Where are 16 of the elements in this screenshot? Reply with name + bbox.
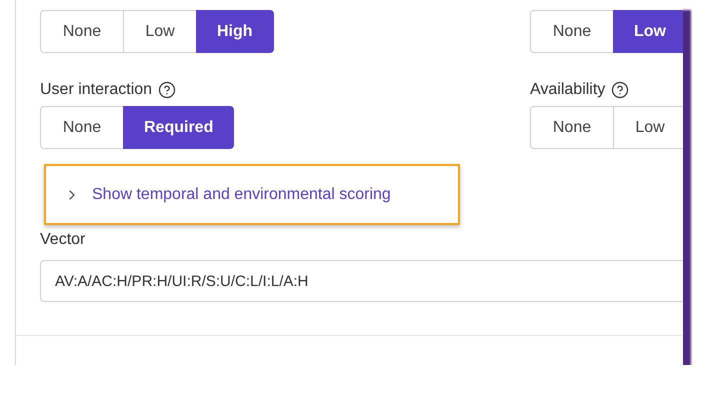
help-icon[interactable] — [158, 81, 176, 99]
option-button[interactable]: Required — [123, 106, 234, 149]
option-button[interactable]: Low — [123, 10, 197, 53]
field-label: User interaction — [40, 81, 152, 99]
option-button[interactable]: Low — [613, 106, 683, 149]
option-button[interactable]: None — [530, 106, 614, 149]
vector-label: Vector — [40, 231, 86, 250]
vector-field[interactable]: AV:A/AC:H/PR:H/UI:R/S:U/C:L/I:L/A:H — [40, 260, 683, 302]
option-button[interactable]: None — [40, 106, 124, 149]
option-button[interactable]: High — [196, 10, 274, 53]
help-icon[interactable] — [611, 81, 630, 99]
option-button[interactable]: None — [40, 10, 124, 53]
option-button[interactable]: Low — [613, 10, 683, 53]
scoring-toggle[interactable]: Show temporal and environmental scoring — [44, 164, 460, 225]
field-label: Availability — [530, 81, 606, 99]
option-button[interactable]: None — [530, 10, 614, 53]
